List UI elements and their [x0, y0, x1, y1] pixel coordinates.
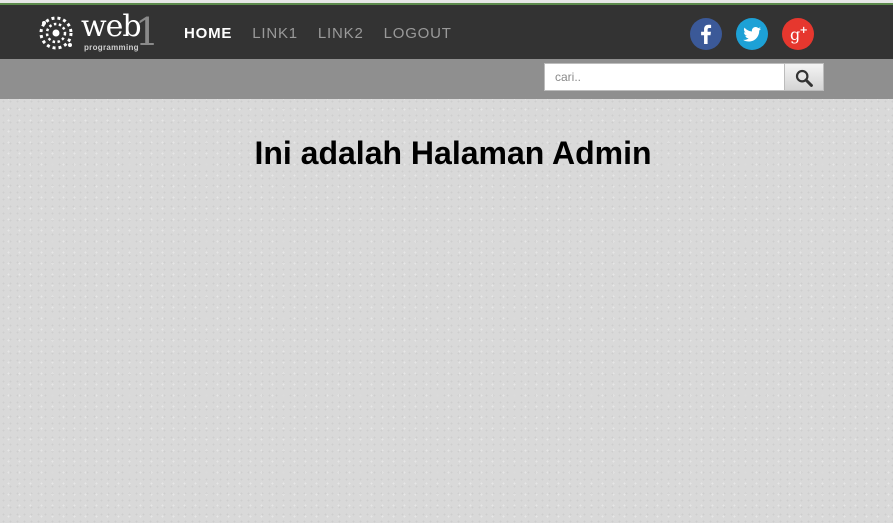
logo-dots-icon: [39, 16, 73, 50]
logo-tagline: programming: [84, 43, 139, 52]
facebook-button[interactable]: [690, 18, 722, 50]
nav-link-link2[interactable]: LINK2: [318, 25, 364, 42]
facebook-icon: [701, 24, 712, 44]
site-logo[interactable]: web 1 programming: [36, 9, 159, 54]
page-title: Ini adalah Halaman Admin: [254, 135, 652, 171]
google-plus-button[interactable]: g +: [782, 18, 814, 50]
search-input[interactable]: [544, 63, 784, 91]
main-nav: HOME LINK1 LINK2 LOGOUT: [184, 25, 452, 42]
google-plus-icon: g +: [790, 25, 808, 44]
search-icon: [795, 69, 813, 87]
twitter-icon: [743, 26, 761, 42]
search-bar-strip: [0, 59, 893, 99]
browser-top-strip: [0, 0, 893, 5]
nav-link-home[interactable]: HOME: [184, 25, 232, 42]
top-navbar: web 1 programming HOME LINK1 LINK2 LOGOU…: [0, 5, 893, 59]
svg-text:+: +: [800, 25, 808, 36]
nav-link-link1[interactable]: LINK1: [252, 25, 298, 42]
twitter-button[interactable]: [736, 18, 768, 50]
nav-link-logout[interactable]: LOGOUT: [384, 25, 452, 42]
search-button[interactable]: [784, 63, 824, 91]
logo-text: web: [81, 9, 142, 44]
